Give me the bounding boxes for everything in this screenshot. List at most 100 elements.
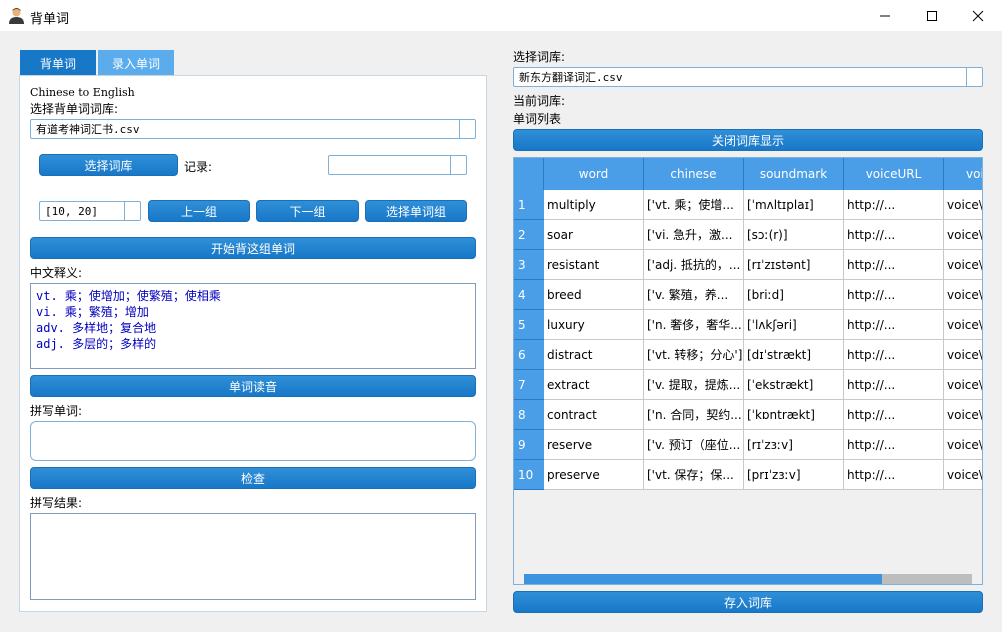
cell-chinese[interactable]: ['v. 繁殖，养... (644, 280, 744, 310)
row-header[interactable]: 2 (514, 220, 544, 250)
result-textbox[interactable] (30, 513, 476, 600)
cell-chinese[interactable]: ['n. 奢侈，奢华... (644, 310, 744, 340)
table-horizontal-scrollbar[interactable] (524, 574, 972, 584)
row-header[interactable]: 3 (514, 250, 544, 280)
row-header[interactable]: 6 (514, 340, 544, 370)
row-header[interactable]: 7 (514, 370, 544, 400)
save-to-lib-button[interactable]: 存入词库 (513, 591, 983, 613)
cell-soundmark[interactable]: [ˈkɒntrækt] (744, 400, 844, 430)
group-combobox[interactable]: [10, 20] (39, 201, 141, 221)
app-avatar-icon (9, 8, 24, 24)
right-lib-combobox-value: 新东方翻译词汇.csv (519, 71, 623, 84)
cell-chinese[interactable]: ['vt. 乘；使增... (644, 190, 744, 220)
combobox-arrow[interactable] (966, 68, 982, 86)
cell-word[interactable]: distract (544, 340, 644, 370)
prev-group-button[interactable]: 上一组 (148, 200, 250, 222)
cell-voiceurl[interactable]: http://... (844, 280, 944, 310)
cell-voice[interactable]: voice\ (944, 250, 982, 280)
meaning-line: adj. 多层的；多样的 (36, 337, 157, 351)
tab-enter-words[interactable]: 录入单词 (98, 50, 174, 76)
row-header[interactable]: 5 (514, 310, 544, 340)
cell-chinese[interactable]: ['v. 预订（座位... (644, 430, 744, 460)
row-header[interactable]: 10 (514, 460, 544, 490)
cell-voice[interactable]: voice\ (944, 370, 982, 400)
minimize-button[interactable] (862, 0, 908, 31)
cell-soundmark[interactable]: [rɪˈzɜːv] (744, 430, 844, 460)
column-header-chinese[interactable]: chinese (644, 158, 744, 190)
cell-soundmark[interactable]: [briːd] (744, 280, 844, 310)
cell-word[interactable]: contract (544, 400, 644, 430)
cell-soundmark[interactable]: [ˈmʌltɪplaɪ] (744, 190, 844, 220)
right-lib-combobox[interactable]: 新东方翻译词汇.csv (513, 67, 983, 87)
cell-voice[interactable]: voice\ (944, 310, 982, 340)
cell-voiceurl[interactable]: http://... (844, 250, 944, 280)
cell-voice[interactable]: voice\ (944, 280, 982, 310)
cell-soundmark[interactable]: [prɪˈzɜːv] (744, 460, 844, 490)
cell-voice[interactable]: voice\ (944, 460, 982, 490)
cell-voiceurl[interactable]: http://... (844, 190, 944, 220)
cell-voice[interactable]: voice\ (944, 190, 982, 220)
start-group-button[interactable]: 开始背这组单词 (30, 237, 476, 259)
cell-word[interactable]: extract (544, 370, 644, 400)
close-lib-display-button[interactable]: 关闭词库显示 (513, 129, 983, 151)
minimize-icon (880, 15, 890, 16)
maximize-button[interactable] (909, 0, 955, 31)
choose-group-button[interactable]: 选择单词组 (365, 200, 467, 222)
tab-memorize[interactable]: 背单词 (20, 50, 96, 76)
row-header[interactable]: 1 (514, 190, 544, 220)
cell-soundmark[interactable]: [dɪˈstrækt] (744, 340, 844, 370)
current-lib-label: 当前词库: (513, 94, 566, 108)
cell-voiceurl[interactable]: http://... (844, 400, 944, 430)
cell-voiceurl[interactable]: http://... (844, 370, 944, 400)
column-header-word[interactable]: word (544, 158, 644, 190)
cell-word[interactable]: breed (544, 280, 644, 310)
meaning-line: vi. 乘；繁殖；增加 (36, 305, 149, 319)
row-header[interactable]: 8 (514, 400, 544, 430)
cell-chinese[interactable]: ['n. 合同，契约... (644, 400, 744, 430)
cell-voice[interactable]: voice\ (944, 340, 982, 370)
cell-chinese[interactable]: ['v. 提取，提炼... (644, 370, 744, 400)
cell-word[interactable]: reserve (544, 430, 644, 460)
cell-voice[interactable]: voice\ (944, 400, 982, 430)
row-header[interactable]: 4 (514, 280, 544, 310)
cell-voice[interactable]: voice\ (944, 430, 982, 460)
record-combobox[interactable] (328, 155, 467, 175)
next-group-button[interactable]: 下一组 (256, 200, 359, 222)
cell-word[interactable]: luxury (544, 310, 644, 340)
meaning-label: 中文释义: (30, 266, 83, 280)
column-header-voice[interactable]: voi (944, 158, 982, 190)
combobox-arrow[interactable] (124, 202, 140, 220)
spell-input[interactable] (30, 421, 476, 461)
cell-chinese[interactable]: ['vt. 保存；保... (644, 460, 744, 490)
word-table[interactable]: word chinese soundmark voiceURL voi 1 mu… (513, 157, 983, 585)
cell-word[interactable]: resistant (544, 250, 644, 280)
cell-word[interactable]: preserve (544, 460, 644, 490)
lib-combobox[interactable]: 有道考神词汇书.csv (30, 119, 476, 139)
cell-voice[interactable]: voice\ (944, 220, 982, 250)
scrollbar-thumb[interactable] (524, 574, 882, 584)
column-header-voiceurl[interactable]: voiceURL (844, 158, 944, 190)
combobox-arrow[interactable] (459, 120, 475, 138)
check-button[interactable]: 检查 (30, 467, 476, 489)
cell-voiceurl[interactable]: http://... (844, 340, 944, 370)
cell-voiceurl[interactable]: http://... (844, 310, 944, 340)
cell-voiceurl[interactable]: http://... (844, 460, 944, 490)
cell-voiceurl[interactable]: http://... (844, 220, 944, 250)
cell-chinese[interactable]: ['vt. 转移；分心'] (644, 340, 744, 370)
cell-word[interactable]: multiply (544, 190, 644, 220)
cell-chinese[interactable]: ['vi. 急升，激... (644, 220, 744, 250)
cell-soundmark[interactable]: [ˈekstrækt] (744, 370, 844, 400)
cell-soundmark[interactable]: [ˈlʌkʃəri] (744, 310, 844, 340)
row-header[interactable]: 9 (514, 430, 544, 460)
select-lib-button[interactable]: 选择词库 (39, 154, 178, 176)
read-word-button[interactable]: 单词读音 (30, 375, 476, 397)
cell-chinese[interactable]: ['adj. 抵抗的，... (644, 250, 744, 280)
meaning-textbox[interactable]: vt. 乘；使增加；使繁殖；使相乘 vi. 乘；繁殖；增加 adv. 多样地；复… (30, 283, 476, 369)
combobox-arrow[interactable] (450, 156, 466, 174)
cell-word[interactable]: soar (544, 220, 644, 250)
cell-soundmark[interactable]: [sɔː(r)] (744, 220, 844, 250)
cell-soundmark[interactable]: [rɪˈzɪstənt] (744, 250, 844, 280)
close-button[interactable] (955, 0, 1001, 31)
cell-voiceurl[interactable]: http://... (844, 430, 944, 460)
column-header-soundmark[interactable]: soundmark (744, 158, 844, 190)
